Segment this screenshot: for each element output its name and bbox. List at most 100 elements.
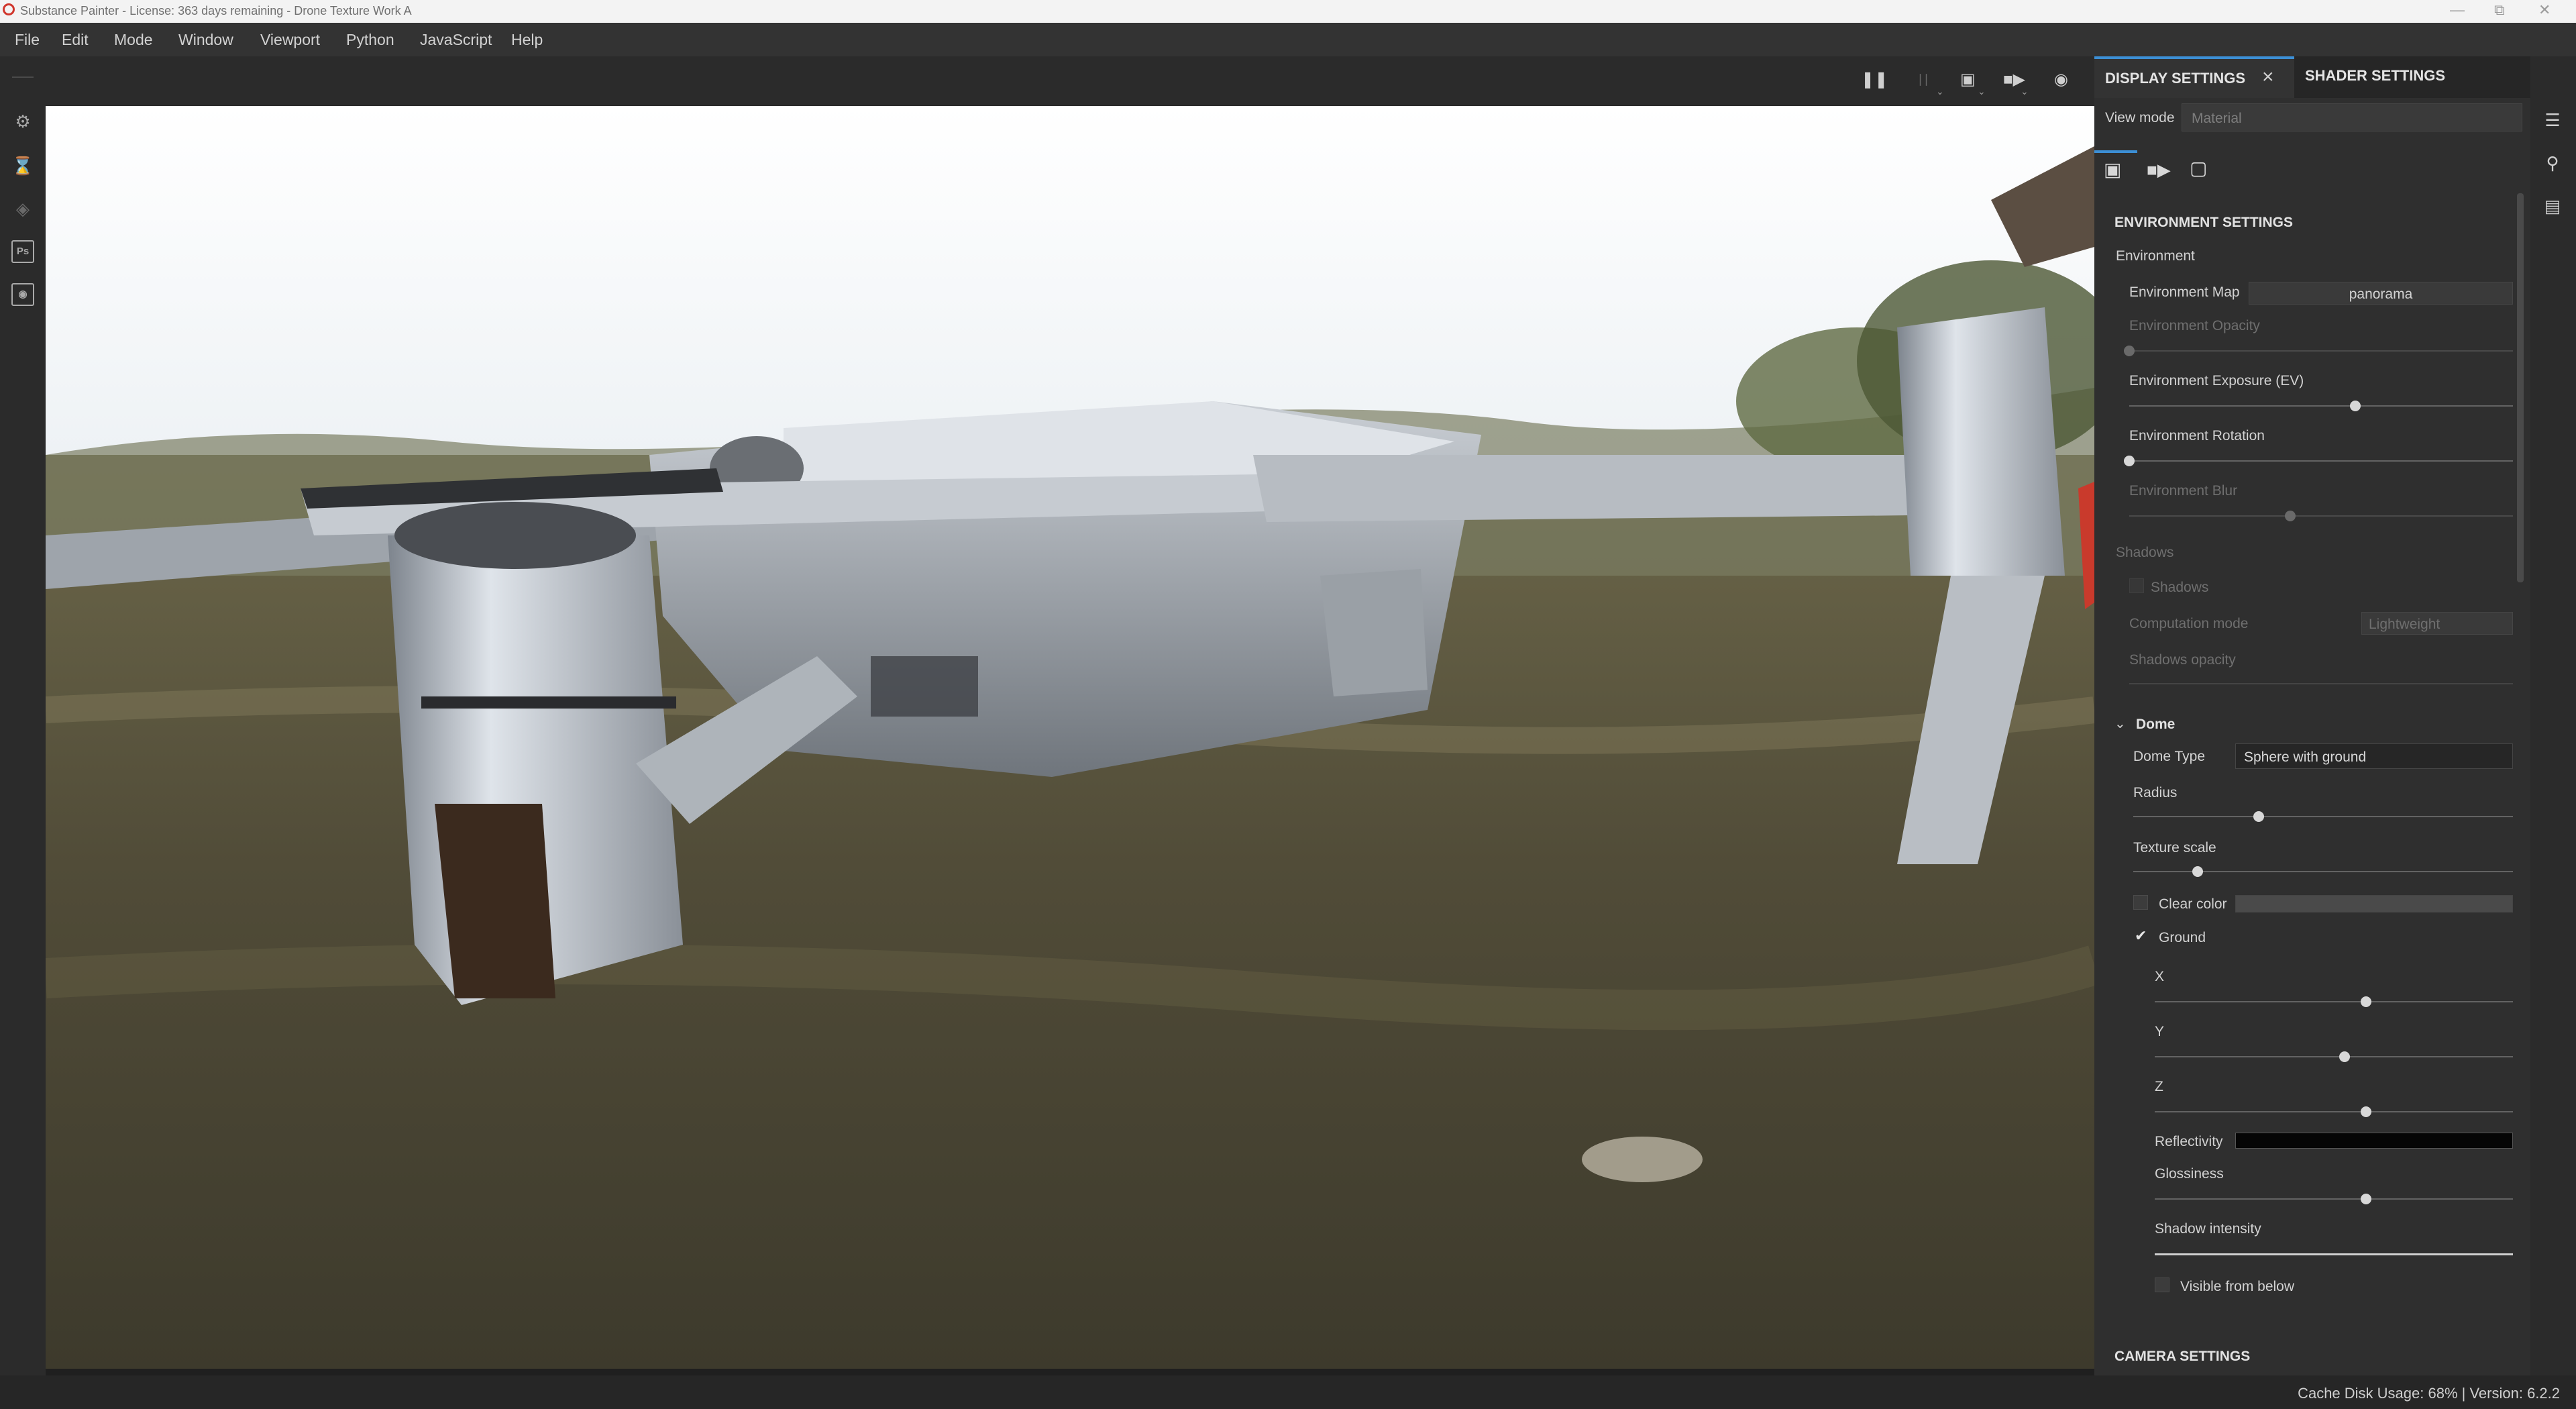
- ground-z-slider[interactable]: [2361, 1106, 2372, 1117]
- minimize-icon[interactable]: —: [2450, 1, 2465, 19]
- settings-icon[interactable]: ⚙: [11, 110, 34, 133]
- environment-blur-slider[interactable]: [2285, 511, 2296, 521]
- radius-track[interactable]: [2133, 816, 2513, 817]
- tab-display-settings[interactable]: DISPLAY SETTINGS ×: [2094, 56, 2294, 98]
- screenshot-icon[interactable]: ◉: [2054, 70, 2068, 89]
- glossiness-slider[interactable]: [2361, 1194, 2372, 1204]
- glossiness-label: Glossiness: [2155, 1166, 2224, 1182]
- menu-javascript[interactable]: JavaScript: [420, 31, 492, 49]
- shadows-opacity-label: Shadows opacity: [2129, 652, 2236, 668]
- subtab-indicator: [2094, 150, 2137, 153]
- environment-exposure-label: Environment Exposure (EV): [2129, 373, 2304, 388]
- menu-window[interactable]: Window: [178, 31, 233, 49]
- environment-rotation-slider[interactable]: [2124, 456, 2135, 466]
- document-icon[interactable]: ▤: [2541, 195, 2564, 217]
- clear-color-checkbox[interactable]: [2133, 895, 2148, 910]
- ground-checkmark-icon[interactable]: ✔: [2135, 927, 2147, 945]
- tab-shader-settings-label: SHADER SETTINGS: [2305, 67, 2446, 84]
- ground-x-track[interactable]: [2155, 1001, 2513, 1002]
- clear-color-swatch[interactable]: [2235, 895, 2513, 912]
- menu-viewport[interactable]: Viewport: [260, 31, 320, 49]
- shadows-checkbox-label: Shadows: [2151, 580, 2209, 595]
- visible-below-checkbox[interactable]: [2155, 1277, 2169, 1292]
- environment-group-label: Environment: [2116, 248, 2195, 264]
- chevron-down-icon[interactable]: ⌄: [1978, 86, 1986, 97]
- shadow-intensity-track[interactable]: [2155, 1253, 2513, 1255]
- environment-blur-label: Environment Blur: [2129, 483, 2238, 499]
- environment-exposure-track[interactable]: [2129, 405, 2513, 407]
- close-icon[interactable]: ×: [2262, 66, 2274, 89]
- radius-label: Radius: [2133, 785, 2178, 800]
- left-toolbar: ⚙ ⌛ ◈ Ps ◉: [0, 56, 46, 1375]
- menu-file[interactable]: File: [15, 31, 40, 49]
- radius-slider[interactable]: [2253, 811, 2264, 822]
- environment-map-field[interactable]: panorama: [2249, 282, 2513, 305]
- export-icon[interactable]: ◉: [11, 283, 34, 306]
- menu-mode[interactable]: Mode: [114, 31, 153, 49]
- photoshop-icon[interactable]: Ps: [11, 240, 34, 263]
- close-icon[interactable]: ✕: [2538, 1, 2551, 19]
- glossiness-track[interactable]: [2155, 1198, 2513, 1200]
- computation-mode-label: Computation mode: [2129, 616, 2249, 631]
- environment-opacity-slider[interactable]: [2124, 346, 2135, 356]
- computation-mode-select[interactable]: Lightweight: [2361, 612, 2513, 635]
- shadows-opacity-track[interactable]: [2129, 683, 2513, 684]
- menu-help[interactable]: Help: [511, 31, 543, 49]
- view-mode-select[interactable]: Material: [2182, 103, 2522, 132]
- ground-y-track[interactable]: [2155, 1056, 2513, 1057]
- cache-status: Cache Disk Usage: 68% | Version: 6.2.2: [2298, 1385, 2560, 1402]
- window-title: Substance Painter - License: 363 days re…: [20, 4, 412, 17]
- menu-edit[interactable]: Edit: [62, 31, 89, 49]
- texture-scale-track[interactable]: [2133, 871, 2513, 872]
- panel-scrollbar[interactable]: [2517, 193, 2524, 582]
- ground-x-label: X: [2155, 969, 2165, 984]
- right-toolbar: ☰ ⚲ ▤: [2530, 56, 2576, 1375]
- symmetry-icon[interactable]: ∣∣: [1917, 72, 1929, 87]
- shadows-group-label: Shadows: [2116, 545, 2174, 560]
- view-mode-label: View mode: [2105, 110, 2175, 125]
- shadows-checkbox[interactable]: [2129, 578, 2144, 593]
- reflectivity-label: Reflectivity: [2155, 1134, 2223, 1149]
- reflectivity-swatch[interactable]: [2235, 1133, 2513, 1149]
- image-icon[interactable]: ▣: [2104, 158, 2121, 180]
- chevron-down-icon[interactable]: ⌄: [2021, 86, 2029, 97]
- texture-scale-slider[interactable]: [2192, 866, 2204, 877]
- ground-z-label: Z: [2155, 1079, 2163, 1094]
- clear-color-label: Clear color: [2159, 896, 2227, 912]
- menu-python[interactable]: Python: [346, 31, 394, 49]
- pause-icon[interactable]: ❚❚: [1861, 70, 1888, 89]
- environment-exposure-slider[interactable]: [2350, 401, 2361, 411]
- 3d-viewport[interactable]: [46, 106, 2094, 1369]
- dome-type-label: Dome Type: [2133, 749, 2205, 764]
- maximize-icon[interactable]: ⧉: [2494, 1, 2505, 19]
- frame-icon[interactable]: ▢: [2190, 157, 2207, 179]
- environment-rotation-track[interactable]: [2129, 460, 2513, 462]
- layers-stack-icon[interactable]: ☰: [2541, 109, 2564, 132]
- zoom-icon[interactable]: ⚲: [2541, 152, 2564, 174]
- ground-x-slider[interactable]: [2361, 996, 2372, 1007]
- dome-chevron-down-icon[interactable]: ⌄: [2114, 715, 2126, 732]
- environment-rotation-label: Environment Rotation: [2129, 428, 2265, 443]
- tab-shader-settings[interactable]: SHADER SETTINGS: [2298, 56, 2530, 98]
- hourglass-icon[interactable]: ⌛: [11, 154, 34, 177]
- environment-map-label: Environment Map: [2129, 284, 2240, 300]
- menu-bar: File Edit Mode Window Viewport Python Ja…: [0, 23, 2576, 56]
- ground-y-slider[interactable]: [2339, 1051, 2351, 1062]
- environment-opacity-track[interactable]: [2129, 350, 2513, 352]
- toolbar-grip[interactable]: [12, 76, 34, 78]
- ground-label: Ground: [2159, 930, 2206, 945]
- visible-below-label: Visible from below: [2180, 1279, 2295, 1294]
- environment-opacity-label: Environment Opacity: [2129, 318, 2260, 333]
- camera-section-title: CAMERA SETTINGS: [2114, 1349, 2251, 1364]
- environment-blur-track[interactable]: [2129, 515, 2513, 517]
- dome-type-select[interactable]: Sphere with ground: [2235, 743, 2513, 769]
- cube-icon[interactable]: ▣: [1960, 70, 1976, 89]
- layers-icon[interactable]: ◈: [11, 197, 34, 220]
- video-icon[interactable]: ■▶: [2147, 160, 2171, 180]
- tab-display-settings-label: DISPLAY SETTINGS: [2105, 70, 2246, 87]
- chevron-down-icon[interactable]: ⌄: [1936, 86, 1944, 97]
- status-bar: Cache Disk Usage: 68% | Version: 6.2.2: [0, 1375, 2576, 1409]
- substance-painter-logo-icon: [3, 3, 15, 15]
- display-settings-panel: DISPLAY SETTINGS × SHADER SETTINGS View …: [2094, 56, 2530, 1375]
- ground-z-track[interactable]: [2155, 1111, 2513, 1112]
